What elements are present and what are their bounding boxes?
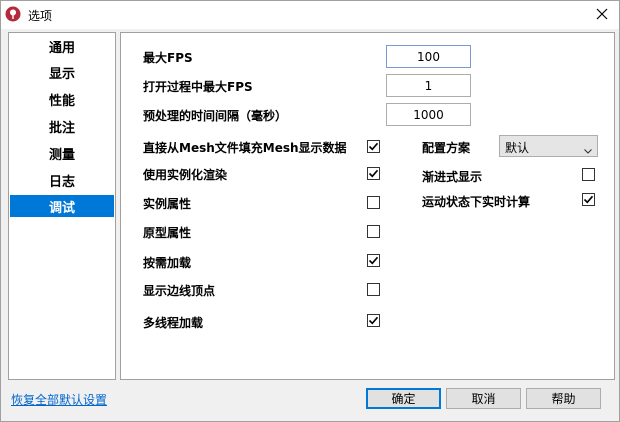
- checkmark-icon: [583, 195, 594, 204]
- checkmark-icon: [368, 169, 379, 178]
- multithread-load-checkbox[interactable]: [367, 314, 380, 327]
- title-bar: 选项: [1, 1, 619, 29]
- debug-settings-panel: 最大FPS 100 打开过程中最大FPS 1 预处理的时间间隔（毫秒） 1000…: [120, 32, 615, 380]
- category-sidebar: 通用 显示 性能 批注 测量 日志 调试: [8, 32, 116, 380]
- config-scheme-select[interactable]: 默认: [499, 135, 598, 157]
- max-fps-input[interactable]: 100: [386, 45, 471, 68]
- config-scheme-value: 默认: [505, 141, 530, 155]
- prototype-props-checkbox[interactable]: [367, 225, 380, 238]
- show-edge-vertices-label: 显示边线顶点: [143, 284, 216, 298]
- config-scheme-label: 配置方案: [422, 141, 471, 155]
- checkmark-icon: [368, 142, 379, 151]
- close-button[interactable]: [585, 1, 619, 29]
- sidebar-item-log[interactable]: 日志: [10, 169, 114, 191]
- preprocess-interval-input[interactable]: 1000: [386, 103, 471, 126]
- open-max-fps-label: 打开过程中最大FPS: [143, 80, 253, 94]
- sidebar-item-display[interactable]: 显示: [10, 61, 114, 83]
- checkmark-icon: [368, 256, 379, 265]
- cancel-button[interactable]: 取消: [446, 388, 521, 409]
- realtime-in-motion-checkbox[interactable]: [582, 193, 595, 206]
- prototype-props-label: 原型属性: [143, 226, 192, 240]
- use-instancing-checkbox[interactable]: [367, 167, 380, 180]
- load-on-demand-checkbox[interactable]: [367, 254, 380, 267]
- fill-from-mesh-label: 直接从Mesh文件填充Mesh显示数据: [143, 141, 347, 155]
- sidebar-item-annotation[interactable]: 批注: [10, 115, 114, 137]
- instance-props-checkbox[interactable]: [367, 196, 380, 209]
- realtime-in-motion-label: 运动状态下实时计算: [422, 195, 531, 209]
- progressive-display-label: 渐进式显示: [422, 170, 483, 184]
- sidebar-item-debug[interactable]: 调试: [10, 195, 114, 217]
- app-logo-icon: [5, 6, 21, 22]
- window-title: 选项: [28, 9, 53, 23]
- preprocess-interval-label: 预处理的时间间隔（毫秒）: [143, 109, 288, 123]
- multithread-load-label: 多线程加载: [143, 316, 204, 330]
- progressive-display-checkbox[interactable]: [582, 168, 595, 181]
- checkmark-icon: [368, 316, 379, 325]
- sidebar-item-measure[interactable]: 测量: [10, 142, 114, 164]
- use-instancing-label: 使用实例化渲染: [143, 168, 228, 182]
- instance-props-label: 实例属性: [143, 197, 192, 211]
- fill-from-mesh-checkbox[interactable]: [367, 140, 380, 153]
- show-edge-vertices-checkbox[interactable]: [367, 283, 380, 296]
- options-dialog: 选项 通用 显示 性能 批注 测量 日志 调试 最大FPS 100 打开过程中最…: [0, 0, 620, 422]
- open-max-fps-input[interactable]: 1: [386, 74, 471, 97]
- chevron-down-icon: [584, 143, 592, 157]
- help-button[interactable]: 帮助: [526, 388, 601, 409]
- max-fps-label: 最大FPS: [143, 51, 193, 65]
- close-icon: [596, 8, 608, 23]
- load-on-demand-label: 按需加载: [143, 256, 192, 270]
- sidebar-item-performance[interactable]: 性能: [10, 88, 114, 110]
- restore-defaults-link[interactable]: 恢复全部默认设置: [11, 391, 107, 408]
- sidebar-item-general[interactable]: 通用: [10, 35, 114, 57]
- ok-button[interactable]: 确定: [366, 388, 441, 409]
